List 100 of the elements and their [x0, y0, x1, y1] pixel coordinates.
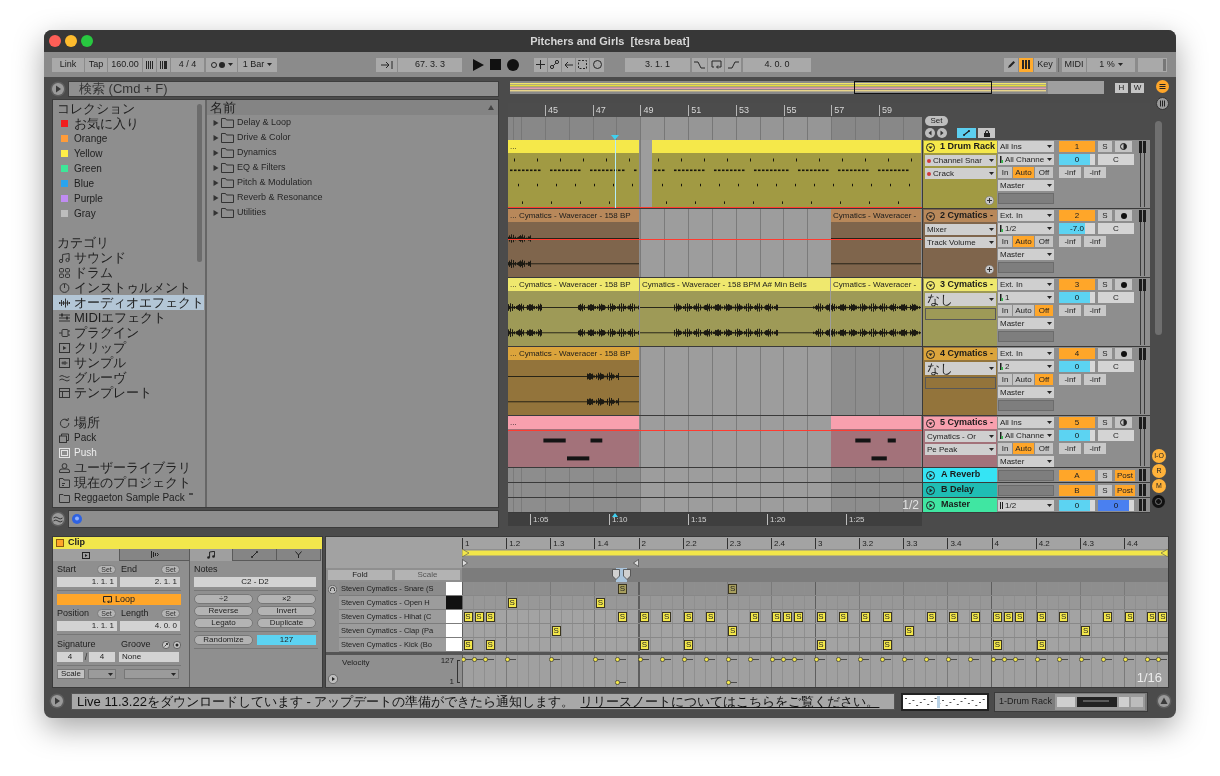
- piano-key[interactable]: [446, 582, 462, 596]
- velocity-marker-icon[interactable]: [462, 657, 472, 662]
- quantization-dropdown[interactable]: 1 Bar: [238, 57, 277, 72]
- lock-button[interactable]: [978, 128, 995, 138]
- root-note-chooser[interactable]: [88, 669, 116, 679]
- volume-field[interactable]: -7.0: [1059, 223, 1095, 234]
- note[interactable]: S: [860, 612, 870, 622]
- velocity-marker-icon[interactable]: [1012, 657, 1024, 662]
- overview-button[interactable]: H: [1115, 82, 1128, 93]
- velocity-marker-icon[interactable]: [946, 657, 958, 662]
- device-chooser[interactable]: Channel Snar: [925, 155, 996, 166]
- category-item[interactable]: MIDIエフェクト: [53, 310, 204, 325]
- place-item[interactable]: 現在のプロジェクト: [53, 475, 204, 490]
- note[interactable]: S: [926, 612, 936, 622]
- folder-item[interactable]: Pitch & Modulation: [207, 175, 498, 190]
- cue-volume-field[interactable]: 0: [1098, 500, 1134, 511]
- note-button[interactable]: ÷2: [194, 594, 253, 604]
- note[interactable]: S: [1059, 612, 1069, 622]
- category-item[interactable]: インストゥルメント: [53, 280, 204, 295]
- input-channel-chooser[interactable]: 2: [998, 361, 1054, 372]
- midi-notes-drawing[interactable]: [831, 429, 921, 467]
- note[interactable]: S: [750, 612, 760, 622]
- clip-title-bar[interactable]: ... Cymatics - Waveracer - 158 BP: [508, 209, 639, 222]
- track-name[interactable]: 2 Cymatics -: [924, 210, 997, 222]
- monitor-button[interactable]: Off: [1035, 305, 1053, 316]
- clip-title-bar[interactable]: ... Cymatics - Waveracer - 158 BP: [508, 278, 639, 291]
- triangle-circle-icon[interactable]: [1156, 693, 1172, 709]
- velocity-marker-icon[interactable]: [1056, 657, 1068, 662]
- device-name[interactable]: 1-Drum Rack: [999, 695, 1052, 709]
- piano-key[interactable]: [446, 610, 462, 624]
- note[interactable]: S: [783, 612, 793, 622]
- piano-key[interactable]: [446, 638, 462, 652]
- solo-button[interactable]: S: [1098, 210, 1112, 221]
- track-activator-button[interactable]: B: [1059, 485, 1095, 496]
- track-activator-button[interactable]: 3: [1059, 279, 1095, 290]
- input-channel-chooser[interactable]: 1/2: [998, 223, 1054, 234]
- metronome-dropdown[interactable]: [206, 57, 237, 72]
- time-signature-field[interactable]: 4 / 4: [171, 57, 204, 72]
- position-field[interactable]: 4. 0. 0: [120, 621, 180, 631]
- target-icon[interactable]: [172, 640, 181, 649]
- velocity-marker-icon[interactable]: [780, 657, 792, 662]
- category-item[interactable]: クリップ: [53, 340, 204, 355]
- fold-button[interactable]: Fold: [328, 570, 392, 580]
- collection-item[interactable]: Gray: [53, 206, 204, 221]
- arm-button[interactable]: [1115, 141, 1132, 152]
- post-button[interactable]: Post: [1115, 470, 1135, 481]
- velocity-marker-icon[interactable]: [681, 657, 693, 662]
- scrollbar-thumb[interactable]: [1155, 121, 1162, 335]
- velocity-marker-icon[interactable]: [858, 657, 870, 662]
- pan-field[interactable]: C: [1098, 292, 1134, 303]
- note[interactable]: S: [838, 612, 848, 622]
- fold-icon[interactable]: [926, 280, 935, 290]
- play-circle-icon[interactable]: [328, 674, 338, 684]
- note[interactable]: S: [551, 626, 561, 636]
- velocity-marker-icon[interactable]: [1144, 657, 1156, 662]
- waveform-drawing[interactable]: [640, 291, 830, 346]
- velocity-marker-icon[interactable]: [725, 680, 737, 685]
- device-chooser[interactable]: なし: [925, 362, 996, 375]
- track-name[interactable]: 1 Drum Rack: [924, 141, 997, 153]
- next-arrow-icon[interactable]: [937, 128, 947, 138]
- collection-item[interactable]: Purple: [53, 191, 204, 206]
- punch-out-button[interactable]: [725, 57, 741, 72]
- folder-item[interactable]: Dynamics: [207, 145, 498, 160]
- tempo-field[interactable]: 160.00: [108, 57, 142, 72]
- folder-item[interactable]: EQ & Filters: [207, 160, 498, 175]
- velocity-marker-icon[interactable]: [836, 657, 848, 662]
- device-thumbnail-drawing[interactable]: [1055, 694, 1145, 710]
- note[interactable]: S: [993, 612, 1002, 622]
- output-chooser[interactable]: Master: [998, 249, 1054, 260]
- note[interactable]: S: [882, 640, 892, 650]
- note[interactable]: S: [1125, 612, 1135, 622]
- nudge-down-button[interactable]: [143, 57, 156, 72]
- note[interactable]: S: [684, 640, 694, 650]
- track-name[interactable]: Master: [922, 498, 997, 512]
- pan-field[interactable]: C: [1098, 223, 1134, 234]
- input-type-chooser[interactable]: Ext. In: [998, 279, 1054, 290]
- note[interactable]: S: [595, 598, 605, 608]
- monitor-button[interactable]: Auto: [1013, 374, 1034, 385]
- monitor-button[interactable]: Auto: [1013, 167, 1034, 178]
- velocity-marker-icon[interactable]: [659, 657, 671, 662]
- column-header[interactable]: 名前: [207, 100, 498, 115]
- computer-keyboard-button[interactable]: [1019, 57, 1033, 72]
- collection-item[interactable]: Green: [53, 161, 204, 176]
- velocity-marker-icon[interactable]: [472, 657, 484, 662]
- input-type-chooser[interactable]: All Ins: [998, 141, 1054, 152]
- track-activator-button[interactable]: 5: [1059, 417, 1095, 428]
- waveform-drawing[interactable]: [831, 291, 921, 346]
- category-item[interactable]: プラグイン: [53, 325, 204, 340]
- hot-swap-icon[interactable]: [161, 640, 170, 649]
- note[interactable]: S: [485, 640, 495, 650]
- clip-title-bar[interactable]: ... Cymatics - Waveracer - 158 BP: [508, 347, 639, 360]
- folder-item[interactable]: Drive & Color: [207, 130, 498, 145]
- close-button[interactable]: [49, 35, 61, 47]
- groove-circle-icon[interactable]: [50, 510, 66, 527]
- collection-item[interactable]: お気に入り: [53, 116, 204, 131]
- scale-button[interactable]: Scale: [57, 669, 85, 679]
- track-activator-button[interactable]: 2: [1059, 210, 1095, 221]
- place-item[interactable]: ユーザーライブラリ: [53, 460, 204, 475]
- clip-title-bar[interactable]: Cymatics - Waveracer -: [831, 209, 921, 222]
- play-icon[interactable]: [473, 58, 484, 71]
